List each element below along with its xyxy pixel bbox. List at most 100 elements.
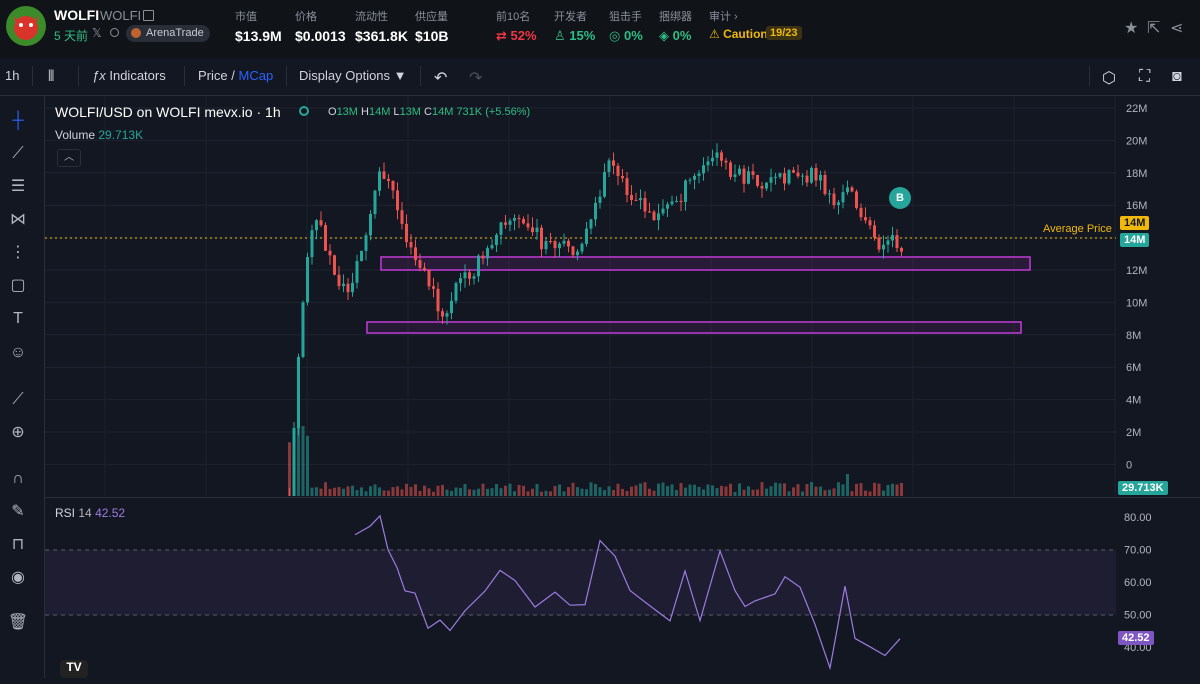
volume-bar [702,489,705,496]
camera-icon[interactable]: ◙ [1172,68,1182,86]
audit-status: ⚠ Caution [709,27,768,41]
rsi-label: RSI [55,506,76,520]
indicators-button[interactable]: ƒx Indicators [92,68,166,83]
rsi-pane[interactable] [45,497,1116,679]
candle-body [391,180,395,191]
top10-label: 前10名 [496,11,531,23]
price-mcap-toggle[interactable]: Price / MCap [198,68,273,83]
volume-bar [801,491,804,496]
candle-body [796,172,800,177]
volume-bar [436,485,440,496]
price-tick-label: 20M [1126,135,1147,147]
lock-draw-icon[interactable]: ✎ [7,501,29,523]
stat-label-price: 价格 [295,11,317,23]
candle-body [445,313,449,317]
volume-bar [369,486,372,496]
search-icon[interactable] [110,28,119,37]
volume-bar [783,483,786,496]
volume-bar [391,487,395,496]
candle-body [693,175,696,180]
lock-icon[interactable]: ⊓ [7,534,29,556]
ruler-icon[interactable]: ⟋ [7,389,29,411]
audit-label[interactable]: 审计 › [709,8,738,24]
price-tick-label: 4M [1126,395,1141,407]
candle-body [684,180,687,202]
price-scale[interactable]: 22M 20M 18M 16M 14M 12M 10M 8M 6M 4M 2M 0 [1116,96,1200,496]
volume-bar [571,482,575,496]
rectangle-icon[interactable]: ▢ [7,275,29,297]
volume-bar [724,486,728,496]
volume-bar [666,486,669,496]
volume-bar [720,485,723,496]
candle-body [774,176,777,178]
volume-bar [778,483,782,496]
volume-bar [450,490,453,496]
volume-bar [693,484,696,496]
candlestick-chart[interactable] [45,96,1116,513]
share-out-icon[interactable]: ⇱ [1147,18,1160,38]
candle-body [612,160,615,166]
collapse-legend-button[interactable]: ︿ [57,149,81,167]
buy-marker[interactable]: B [889,187,911,209]
eye-icon[interactable]: ◉ [7,567,29,589]
live-status-icon [299,106,309,116]
toggle-separator: / [231,68,235,83]
projection-icon[interactable]: ⋮ [7,242,29,264]
candle-body [679,200,683,202]
price-tick-label: 18M [1126,168,1147,180]
settings-icon[interactable]: ⬡ [1102,68,1116,88]
volume-bar [828,489,831,496]
candle-body [328,250,332,256]
dev-label: 开发者 [554,11,587,23]
candle-body [598,196,602,203]
volume-bar [549,491,552,496]
crosshair-icon[interactable]: ┼ [7,110,29,132]
display-options-button[interactable]: Display Options ▼ [299,68,407,83]
candles-icon[interactable]: ⫴ [48,68,54,85]
candle-body [652,211,656,221]
volume-bar [819,486,822,496]
toolbar-divider [286,66,287,86]
candle-body [747,171,750,184]
copy-icon[interactable] [143,10,154,21]
volume-bar [297,416,300,496]
volume-bar [504,485,507,496]
candle-body [508,220,512,225]
trendline-icon[interactable]: ⟋ [7,143,29,165]
emoji-icon[interactable]: ☺ [7,342,29,364]
undo-icon[interactable]: ↶ [434,68,447,88]
volume-bar [486,488,489,496]
arena-logo-icon [131,28,141,38]
volume-bar [441,484,444,496]
volume-bar [463,484,467,496]
candle-body [594,202,597,220]
candle-body [333,255,336,275]
candle-body [360,250,363,262]
volume-legend-value: 29.713K [98,128,144,142]
star-icon[interactable]: ★ [1124,18,1138,38]
pattern-icon[interactable]: ⋈ [7,209,29,231]
candle-body [414,247,417,261]
fib-icon[interactable]: ☰ [7,176,29,198]
volume-bar [409,486,413,496]
volume-bar [301,426,305,496]
volume-bar [895,484,899,496]
text-icon[interactable]: T [7,308,29,330]
redo-icon[interactable]: ↷ [469,68,482,88]
fullscreen-icon[interactable]: ⛶ [1139,68,1150,86]
share-icon[interactable]: ⋖ [1170,18,1183,38]
platform-badge[interactable]: ArenaTrade [126,25,210,42]
interval-button[interactable]: 1h [5,68,19,83]
volume-bar [418,490,422,496]
trash-icon[interactable]: 🗑 [7,612,29,634]
volume-bar [873,482,876,496]
price-chart[interactable] [45,96,1116,513]
candle-body [373,190,377,215]
magnet-icon[interactable]: ∩ [7,468,29,490]
volume-bar [868,491,872,496]
x-social-icon[interactable]: 𝕏 [92,26,102,40]
zoom-icon[interactable]: ⊕ [7,422,29,444]
rsi-axis: 80.0070.0060.0050.0040.00 [1124,512,1152,654]
volume-bar [787,491,791,496]
candle-body [490,245,494,249]
